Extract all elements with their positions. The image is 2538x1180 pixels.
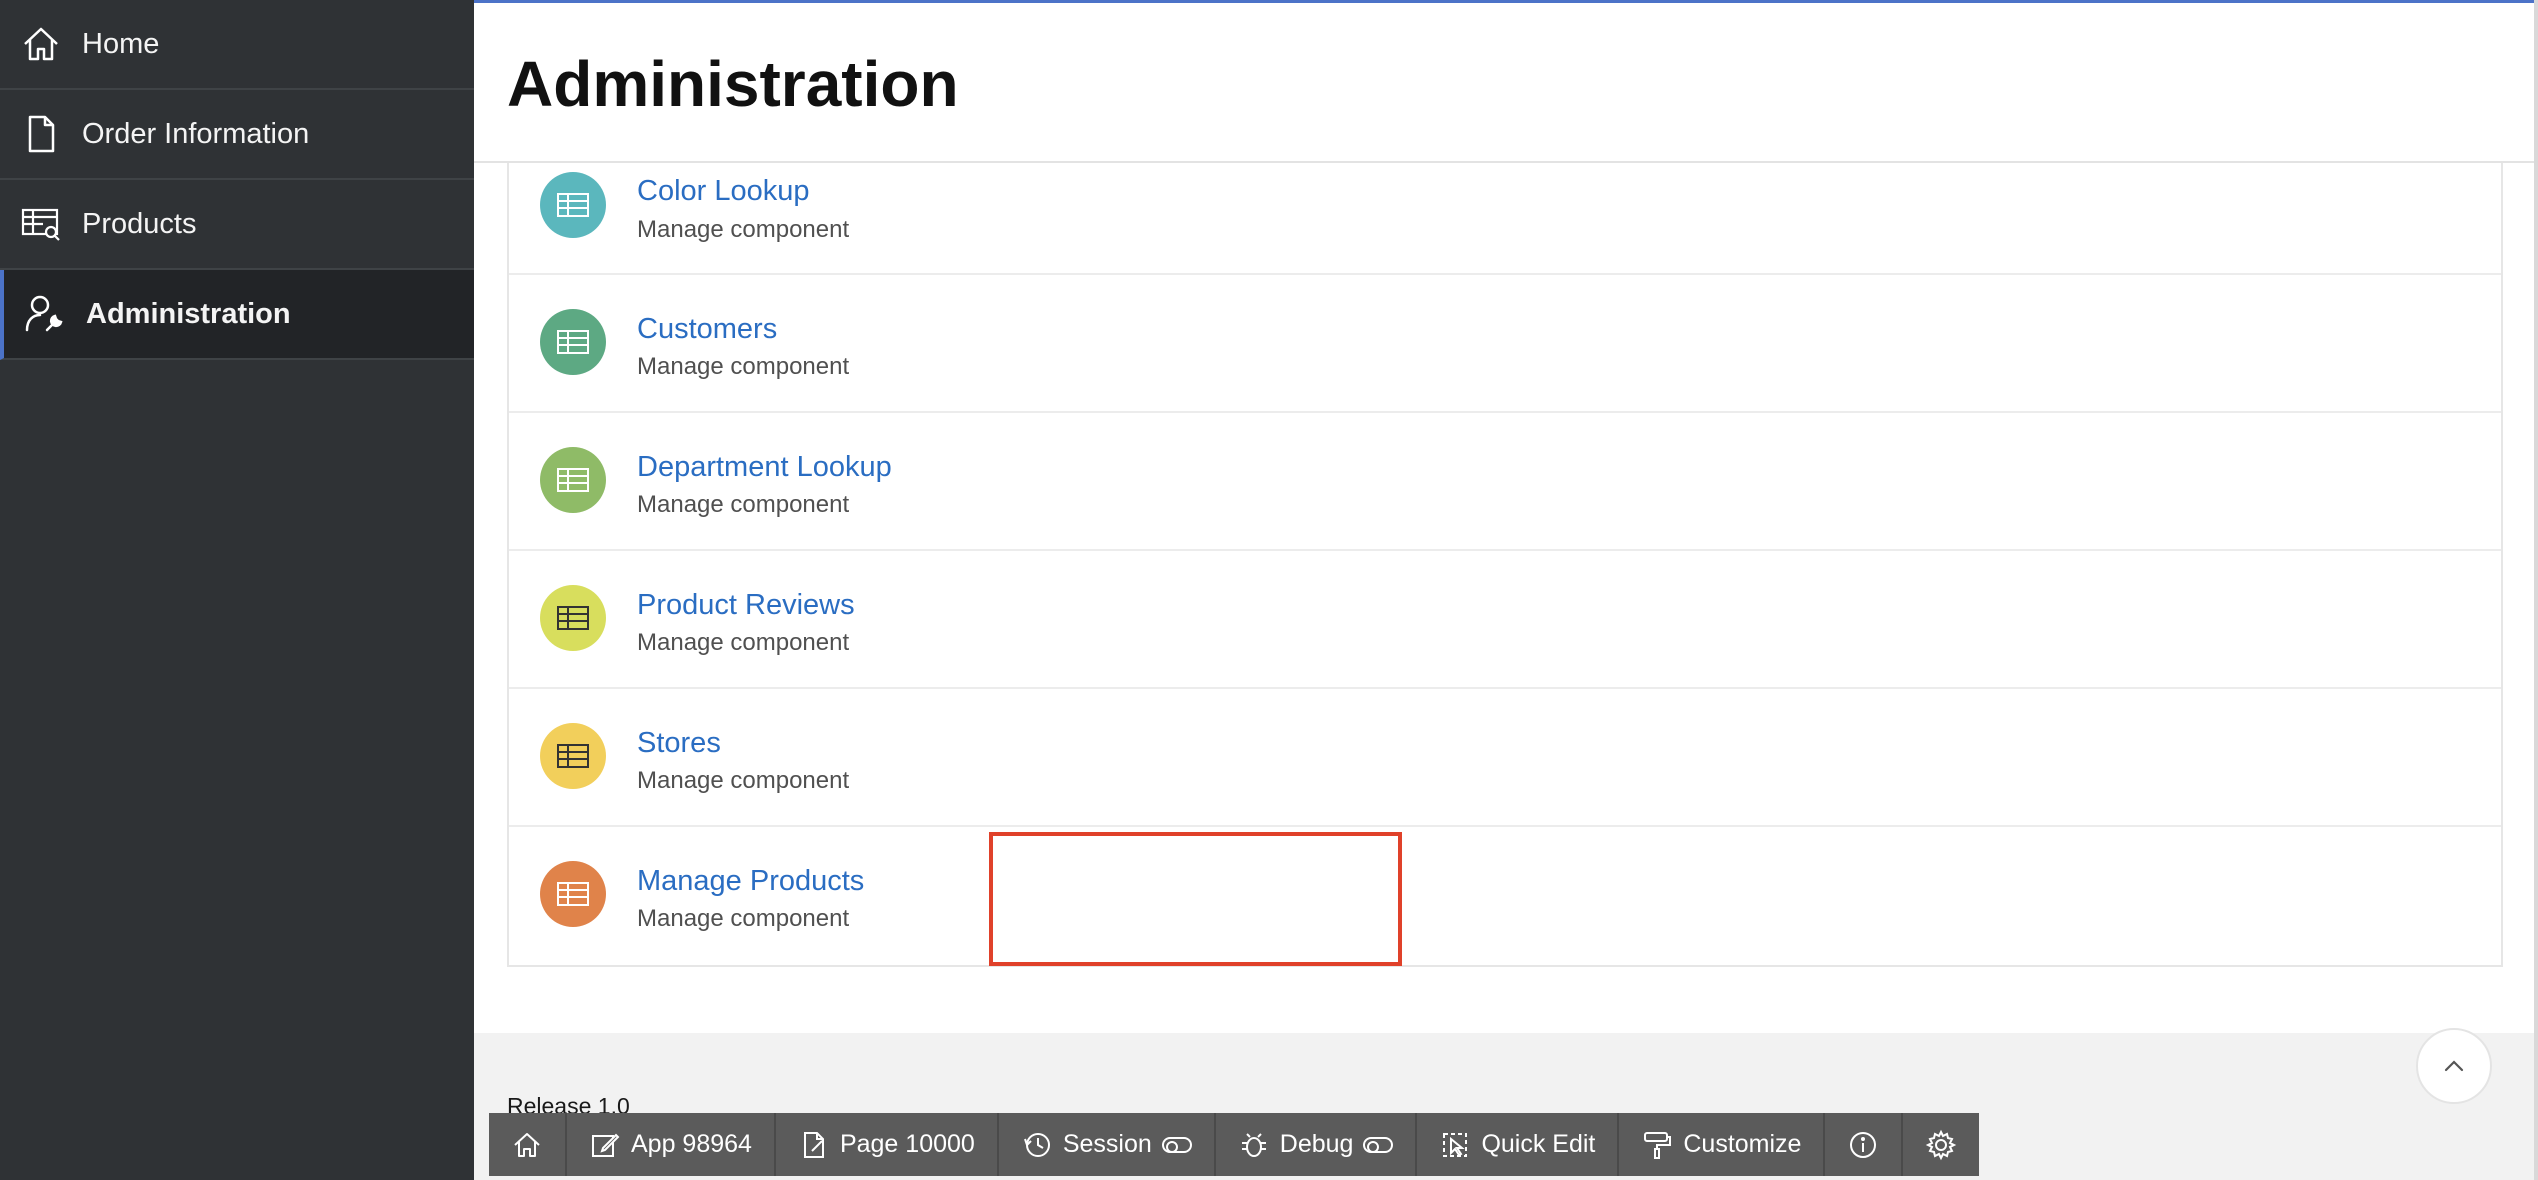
developer-toolbar: App 98964 Page 10000 Session Debug Quick… xyxy=(489,1113,1980,1176)
devbar-app-button[interactable]: App 98964 xyxy=(567,1113,776,1176)
devbar-info-button[interactable] xyxy=(1825,1113,1904,1176)
list-item-title[interactable]: Color Lookup xyxy=(637,175,810,208)
sidebar-item-administration[interactable]: Administration xyxy=(0,270,474,360)
page-edit-icon xyxy=(803,1131,824,1158)
edit-icon xyxy=(592,1133,620,1157)
home-icon xyxy=(0,22,82,66)
list-item-stores[interactable]: Stores Manage component xyxy=(509,689,2501,827)
devbar-page-label: Page 10000 xyxy=(839,1130,975,1158)
chevron-up-icon xyxy=(2444,1060,2464,1072)
list-item-customers[interactable]: Customers Manage component xyxy=(509,275,2501,413)
sidebar-item-label: Order Information xyxy=(82,117,310,150)
sidebar-item-products[interactable]: Products xyxy=(0,180,474,270)
user-wrench-icon xyxy=(4,292,86,336)
table-icon xyxy=(540,447,606,513)
list-item-title[interactable]: Department Lookup xyxy=(637,451,892,484)
list-item-manage-products[interactable]: Manage Products Manage component xyxy=(509,827,2501,965)
list-item-subtitle: Manage component xyxy=(637,353,850,380)
home-icon xyxy=(514,1132,540,1157)
devbar-settings-button[interactable] xyxy=(1903,1113,1979,1176)
devbar-home-button[interactable] xyxy=(489,1113,567,1176)
sidebar-nav: Home Order Information Products Administ… xyxy=(0,0,474,1180)
table-icon xyxy=(540,723,606,789)
scroll-to-top-button[interactable] xyxy=(2416,1028,2492,1104)
list-item-department-lookup[interactable]: Department Lookup Manage component xyxy=(509,413,2501,551)
devbar-app-label: App 98964 xyxy=(631,1130,752,1158)
table-icon xyxy=(540,585,606,651)
list-item-title[interactable]: Manage Products xyxy=(637,865,864,898)
devbar-debug-button[interactable]: Debug xyxy=(1216,1113,1418,1176)
list-item-color-lookup[interactable]: Color Lookup Manage component xyxy=(509,163,2501,275)
sidebar-item-label: Administration xyxy=(86,297,291,330)
list-item-subtitle: Manage component xyxy=(637,491,850,518)
quick-edit-icon xyxy=(1443,1132,1468,1157)
sidebar-item-label: Home xyxy=(82,27,160,60)
list-item-title[interactable]: Customers xyxy=(637,313,777,346)
info-icon xyxy=(1850,1131,1877,1158)
table-icon xyxy=(540,172,606,238)
component-list: Color Lookup Manage component Customers … xyxy=(507,163,2503,967)
list-item-subtitle: Manage component xyxy=(637,767,850,794)
devbar-debug-label: Debug xyxy=(1279,1130,1354,1158)
devbar-customize-label: Customize xyxy=(1683,1130,1802,1158)
list-item-subtitle: Manage component xyxy=(637,905,850,932)
table-icon xyxy=(540,309,606,375)
list-item-subtitle: Manage component xyxy=(637,629,850,656)
list-item-subtitle: Manage component xyxy=(637,216,850,243)
devbar-customize-button[interactable]: Customize xyxy=(1619,1113,1826,1176)
page-title: Administration xyxy=(507,48,959,120)
debug-toggle-icon[interactable] xyxy=(1363,1136,1394,1153)
devbar-quick-edit-label: Quick Edit xyxy=(1481,1130,1596,1158)
page-header: Administration xyxy=(474,0,2534,163)
list-item-title[interactable]: Stores xyxy=(637,727,721,760)
bug-icon xyxy=(1241,1132,1266,1157)
window-edge xyxy=(2534,0,2538,1180)
devbar-page-button[interactable]: Page 10000 xyxy=(776,1113,999,1176)
devbar-quick-edit-button[interactable]: Quick Edit xyxy=(1417,1113,1620,1176)
sidebar-item-label: Products xyxy=(82,207,197,240)
table-search-icon xyxy=(0,202,82,246)
list-item-product-reviews[interactable]: Product Reviews Manage component xyxy=(509,551,2501,689)
paint-roller-icon xyxy=(1644,1131,1672,1159)
session-toggle-icon[interactable] xyxy=(1161,1136,1192,1153)
document-icon xyxy=(0,112,82,156)
table-icon xyxy=(540,861,606,927)
devbar-session-button[interactable]: Session xyxy=(999,1113,1216,1176)
sidebar-item-order-information[interactable]: Order Information xyxy=(0,90,474,180)
sidebar-item-home[interactable]: Home xyxy=(0,0,474,90)
clock-icon xyxy=(1023,1132,1050,1157)
main-content: Color Lookup Manage component Customers … xyxy=(474,0,2538,1180)
devbar-session-label: Session xyxy=(1062,1130,1152,1158)
list-item-title[interactable]: Product Reviews xyxy=(637,589,855,622)
gear-icon xyxy=(1926,1129,1957,1160)
